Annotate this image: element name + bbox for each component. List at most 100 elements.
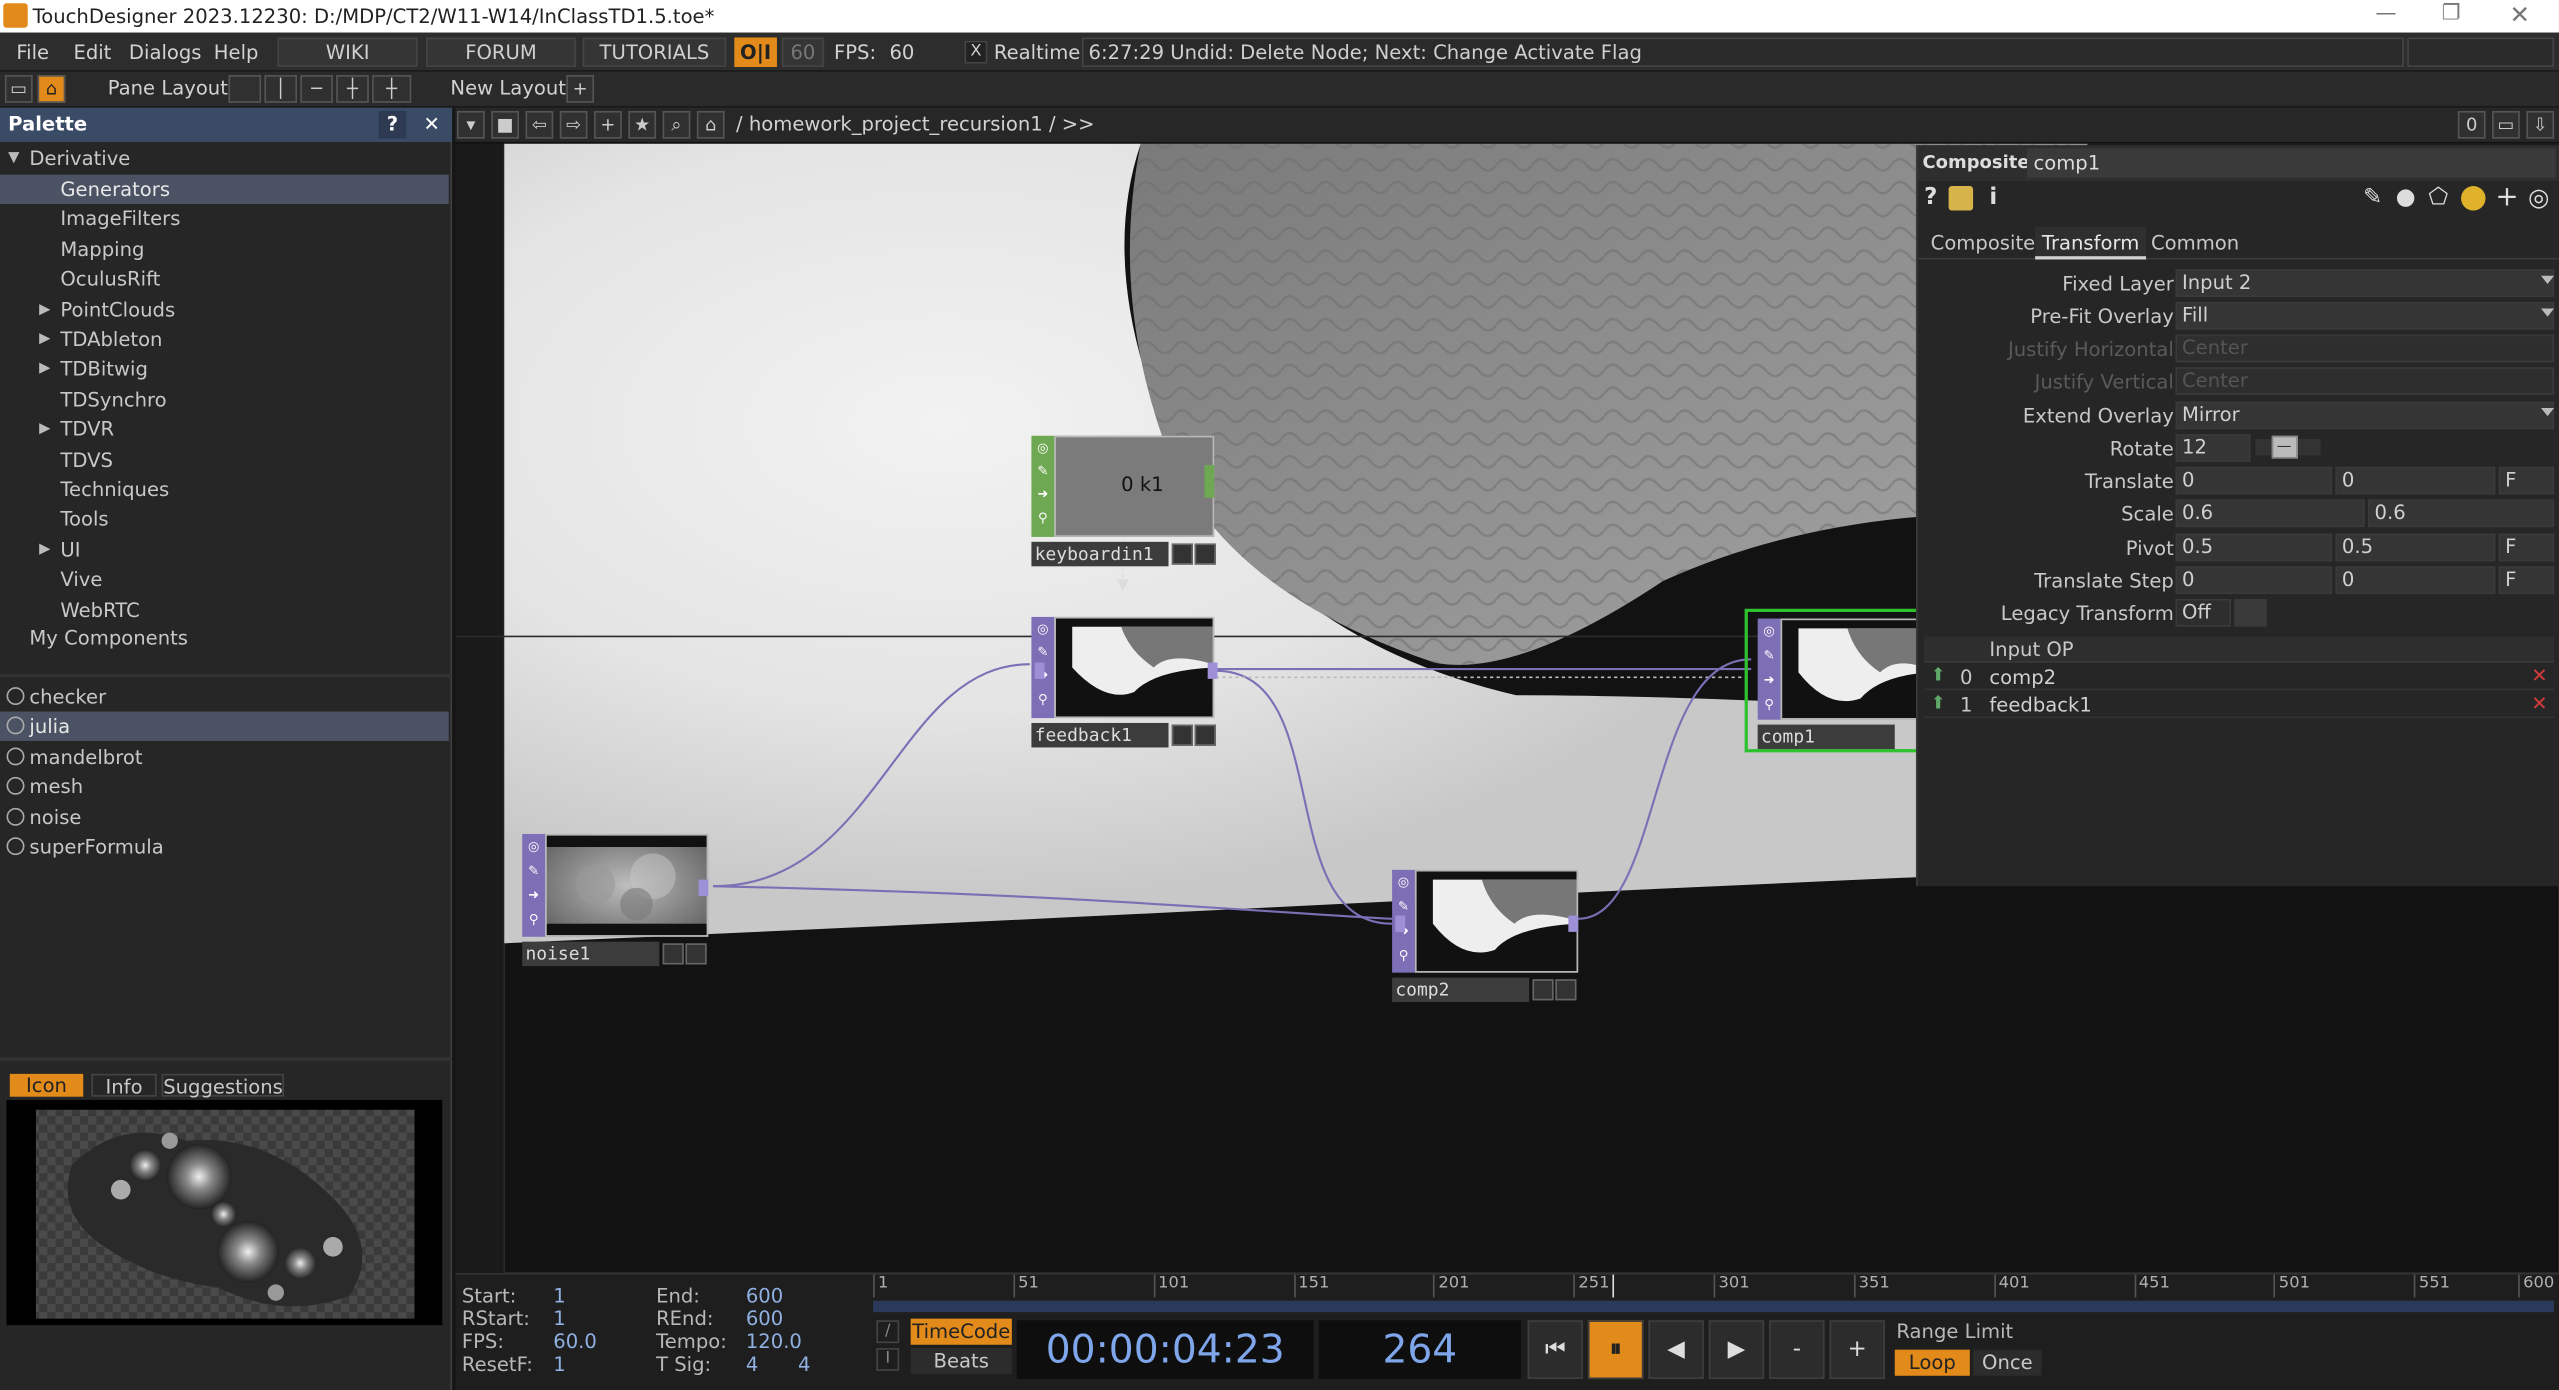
component-item[interactable]: mandelbrot: [0, 742, 449, 771]
palette-help-button[interactable]: ?: [378, 110, 407, 139]
tab-icon[interactable]: Icon: [9, 1073, 84, 1097]
component-item[interactable]: checker: [0, 682, 449, 711]
realtime-checkbox[interactable]: X: [964, 40, 988, 64]
timecode-display[interactable]: 00:00:04:23: [1016, 1320, 1314, 1380]
translate-unit-menu[interactable]: F: [2498, 466, 2555, 495]
palette-my-components[interactable]: My Components: [0, 623, 449, 652]
rotate-slider-handle[interactable]: —: [2271, 435, 2298, 459]
expand-triangle-icon[interactable]: ▶: [39, 295, 50, 324]
expand-triangle-icon[interactable]: ▶: [39, 325, 50, 354]
fixed-layer-menu[interactable]: Input 2: [2175, 269, 2555, 298]
bypass-icon[interactable]: ◎: [1761, 623, 1777, 639]
beats-button[interactable]: Beats: [910, 1348, 1012, 1375]
lock-icon[interactable]: ⚲: [1761, 697, 1777, 713]
palette-item[interactable]: WebRTC: [0, 595, 449, 624]
menu-edit[interactable]: Edit: [73, 41, 111, 64]
add-flag-icon[interactable]: [1555, 979, 1577, 1001]
layout-single-button[interactable]: [228, 75, 262, 103]
layout-split-h-button[interactable]: ─: [300, 75, 333, 103]
input-op-row[interactable]: ⬆ 1 feedback1 ✕: [1924, 692, 2555, 719]
edit-icon[interactable]: ✎: [2363, 184, 2382, 210]
help-icon[interactable]: ?: [1924, 184, 1937, 210]
node-label-comp1[interactable]: comp1: [1757, 724, 1895, 750]
tsig-b-value[interactable]: 4: [798, 1353, 810, 1376]
palette-item[interactable]: ImageFilters: [0, 205, 449, 234]
input-connector[interactable]: [1034, 662, 1045, 679]
cook-icon[interactable]: ➜: [1035, 486, 1051, 502]
tab-info[interactable]: Info: [91, 1073, 157, 1098]
add-layout-button[interactable]: +: [566, 75, 595, 103]
palette-item[interactable]: ▶ PointClouds: [0, 295, 449, 324]
pivot-x-field[interactable]: 0.5: [2175, 533, 2333, 562]
add-flag-icon[interactable]: [685, 943, 707, 965]
component-item[interactable]: julia: [0, 712, 449, 742]
display-flag-icon[interactable]: [662, 943, 684, 965]
tutorials-button[interactable]: TUTORIALS: [582, 37, 727, 67]
remove-input-icon[interactable]: ✕: [2531, 664, 2547, 687]
node-noise1[interactable]: ◎ ✎ ➜ ⚲ noise1: [522, 833, 711, 968]
tab-transform[interactable]: Transform: [2035, 226, 2147, 260]
cook-icon[interactable]: ➜: [1761, 672, 1777, 688]
palette-item[interactable]: ▶ TDVR: [0, 415, 449, 444]
network-path[interactable]: / homework_project_recursion1 / >>: [736, 113, 1095, 136]
justify-horizontal-menu[interactable]: Center: [2175, 334, 2555, 363]
palette-item[interactable]: Tools: [0, 505, 449, 534]
resetf-value[interactable]: 1: [553, 1353, 565, 1376]
rend-value[interactable]: 600: [746, 1307, 783, 1330]
frame-display[interactable]: 264: [1318, 1320, 1522, 1380]
info-icon[interactable]: i: [1989, 184, 1997, 210]
layout-icon[interactable]: ▭: [4, 75, 33, 103]
add-flag-icon[interactable]: [1194, 724, 1216, 746]
node-label-keyboardin1[interactable]: keyboardin1: [1031, 541, 1169, 567]
tab-composite[interactable]: Composite: [1931, 232, 2036, 255]
bucket-icon[interactable]: ⬠: [2428, 184, 2448, 210]
increase-speed-button[interactable]: +: [1829, 1320, 1885, 1380]
pivot-y-field[interactable]: 0.5: [2335, 533, 2496, 562]
network-menu-icon[interactable]: ▾: [456, 110, 485, 139]
legacy-transform-toggle[interactable]: Off: [2175, 598, 2231, 627]
comment-icon[interactable]: ●: [2396, 184, 2416, 210]
lock-icon[interactable]: ⚲: [526, 912, 542, 928]
display-flag-icon[interactable]: [1171, 724, 1193, 746]
prefit-overlay-menu[interactable]: Fill: [2175, 301, 2555, 330]
timeline-ruler[interactable]: 1 51 101 151 201 251 301 351 401 451 501 551 600: [873, 1274, 2554, 1298]
new-layout-label[interactable]: New Layout: [450, 77, 566, 100]
timeline-bar-icon[interactable]: I: [876, 1348, 900, 1371]
once-button[interactable]: Once: [1973, 1349, 2042, 1376]
component-item[interactable]: mesh: [0, 772, 449, 801]
legacy-toggle-button[interactable]: [2234, 598, 2267, 627]
playhead[interactable]: [1612, 1274, 1615, 1298]
node-comp1[interactable]: ◎ ✎ ➜ ⚲ comp1: [1744, 608, 1930, 753]
palette-item[interactable]: ▶ TDBitwig: [0, 355, 449, 384]
output-connector[interactable]: [1207, 662, 1218, 679]
input-op-name[interactable]: feedback1: [1989, 694, 2091, 717]
layout-four-button[interactable]: ┼: [372, 75, 412, 103]
bypass-icon[interactable]: ◎: [526, 839, 542, 855]
op-name-field[interactable]: comp1: [2026, 148, 2556, 178]
timeline-range-bar[interactable]: [873, 1300, 2555, 1313]
cook-icon[interactable]: ➜: [526, 888, 542, 904]
decrease-speed-button[interactable]: -: [1769, 1320, 1825, 1380]
tempo-value[interactable]: 120.0: [746, 1330, 802, 1353]
bookmark-icon[interactable]: ★: [628, 110, 657, 139]
node-label-noise1[interactable]: noise1: [522, 941, 660, 967]
display-flag-icon[interactable]: [1532, 979, 1554, 1001]
palette-close-button[interactable]: ✕: [418, 111, 446, 139]
play-button[interactable]: ▶: [1708, 1320, 1765, 1380]
output-connector[interactable]: [1204, 465, 1215, 498]
remove-input-icon[interactable]: ✕: [2531, 692, 2547, 715]
input-op-name[interactable]: comp2: [1989, 666, 2056, 689]
node-label-feedback1[interactable]: feedback1: [1031, 722, 1169, 748]
add-param-icon[interactable]: +: [2495, 181, 2518, 214]
back-icon[interactable]: ⇦: [525, 110, 554, 139]
fps-target[interactable]: 60: [781, 37, 825, 67]
timecode-button[interactable]: TimeCode: [910, 1318, 1012, 1345]
viewer-icon[interactable]: ✎: [1761, 648, 1777, 664]
end-value[interactable]: 600: [746, 1284, 783, 1307]
up-arrow-icon[interactable]: ⬆: [1931, 692, 1946, 713]
palette-item[interactable]: TDSynchro: [0, 385, 449, 414]
justify-vertical-menu[interactable]: Center: [2175, 367, 2555, 395]
rewind-button[interactable]: ⏮: [1527, 1320, 1584, 1380]
extend-overlay-menu[interactable]: Mirror: [2175, 401, 2555, 430]
input-connector[interactable]: [1395, 915, 1406, 932]
